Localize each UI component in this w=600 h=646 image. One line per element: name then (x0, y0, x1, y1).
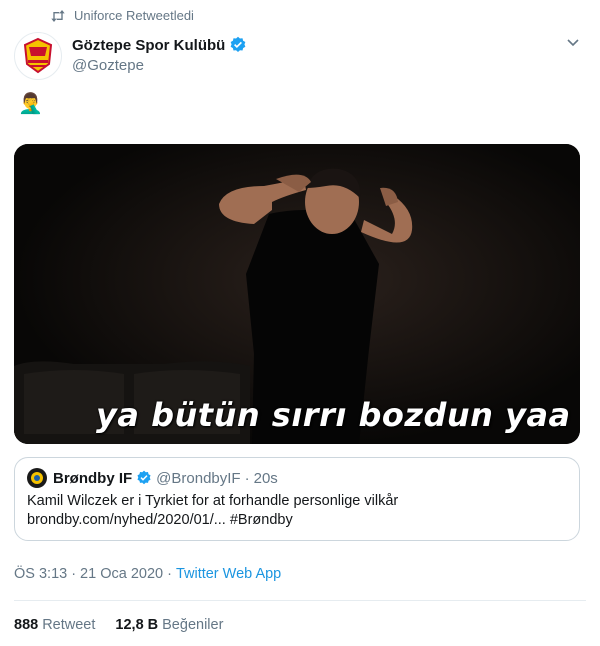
tweet-date[interactable]: 21 Oca 2020 (80, 566, 163, 582)
author-handle[interactable]: @Goztepe (72, 57, 247, 74)
retweet-context[interactable]: Uniforce Retweetledi (50, 8, 194, 23)
quoted-separator: · (244, 469, 250, 487)
retweet-icon (51, 9, 65, 22)
tweet-time[interactable]: ÖS 3:13 (14, 566, 67, 582)
divider (14, 600, 586, 601)
goztepe-logo-icon (23, 37, 53, 74)
tweet-text: 🤦‍♂️ (18, 93, 43, 115)
tweet-media-gif[interactable]: ya bütün sırrı bozdun yaa (14, 144, 580, 444)
verified-badge-icon (230, 36, 246, 53)
retweets-label[interactable]: Retweet (42, 617, 95, 633)
likes-count[interactable]: 12,8 B (115, 617, 158, 633)
tweet-stats: 888 Retweet 12,8 B Beğeniler (14, 617, 243, 633)
chevron-down-icon[interactable] (566, 36, 580, 50)
gif-caption: ya bütün sırrı bozdun yaa (96, 396, 571, 434)
brondby-logo-icon (31, 472, 43, 484)
tweet-author[interactable]: Göztepe Spor Kulübü @Goztepe (72, 36, 247, 74)
retweets-count[interactable]: 888 (14, 617, 38, 633)
quoted-avatar (27, 468, 47, 488)
author-avatar[interactable] (14, 32, 62, 80)
source-app-link[interactable]: Twitter Web App (176, 566, 281, 582)
author-name[interactable]: Göztepe Spor Kulübü (72, 37, 225, 54)
quoted-text-line1: Kamil Wilczek er i Tyrkiet for at forhan… (27, 493, 399, 509)
verified-badge-icon (137, 470, 151, 485)
retweet-context-label: Uniforce Retweetledi (74, 8, 194, 23)
tweet-timestamp: ÖS 3:13 · 21 Oca 2020 · Twitter Web App (14, 566, 281, 582)
quoted-author-name: Brøndby IF (53, 469, 133, 487)
quoted-text-line2: brondby.com/nyhed/2020/01/... #Brøndby (27, 512, 293, 528)
quoted-tweet[interactable]: Brøndby IF @BrondbyIF · 20s Kamil Wilcze… (14, 457, 580, 541)
quoted-author-handle: @BrondbyIF (156, 469, 241, 487)
likes-label[interactable]: Beğeniler (162, 617, 223, 633)
timestamp-separator-2: · (167, 566, 172, 582)
quoted-time: 20s (253, 469, 278, 487)
timestamp-separator: · (71, 566, 77, 582)
